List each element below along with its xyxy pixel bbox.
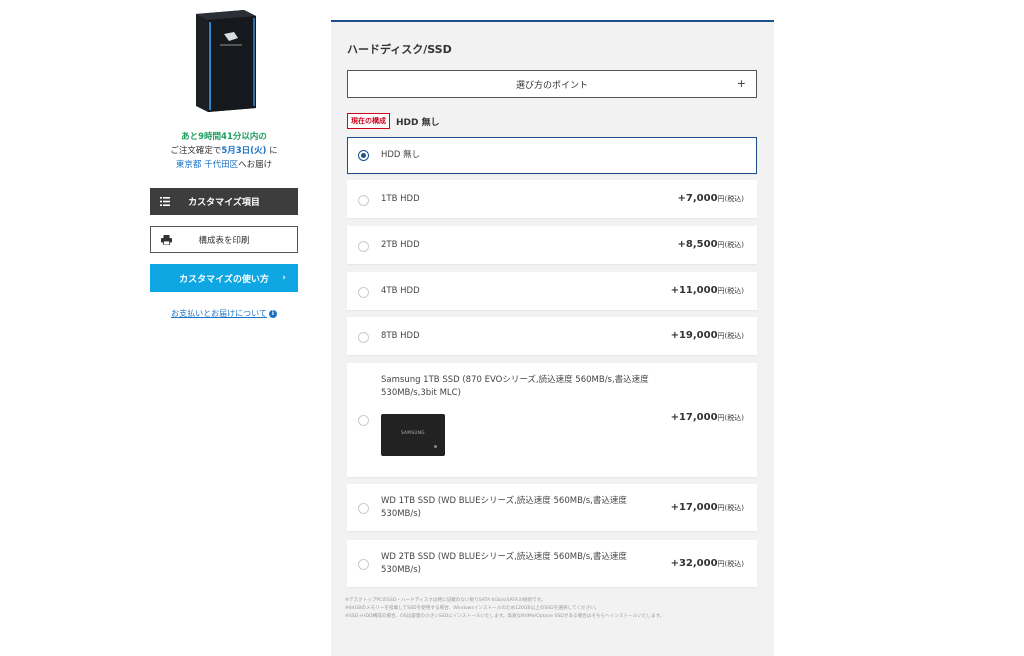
selection-tips-toggle[interactable]: 選び方のポイント + xyxy=(347,70,757,98)
option-label: Samsung 1TB SSD (870 EVOシリーズ,読込速度 560MB/… xyxy=(381,375,649,398)
print-config-label: 構成表を印刷 xyxy=(198,235,250,246)
option-price: +11,000円(税込) xyxy=(670,285,744,296)
option-price: +17,000円(税込) xyxy=(670,502,744,513)
radio-button[interactable] xyxy=(358,559,369,570)
list-icon xyxy=(160,197,170,206)
option-label: 1TB HDD xyxy=(381,194,420,204)
option-label: 4TB HDD xyxy=(381,286,420,296)
customize-items-button[interactable]: カスタマイズ項目 xyxy=(150,188,298,215)
delivery-countdown: あと9時間41分以内の xyxy=(181,132,267,142)
print-config-button[interactable]: 構成表を印刷 xyxy=(150,226,298,253)
option-1tb-hdd[interactable]: 1TB HDD +7,000円(税込) xyxy=(347,180,757,218)
option-price: +17,000円(税込) xyxy=(670,412,744,423)
radio-button[interactable] xyxy=(358,195,369,206)
option-samsung-1tb-ssd[interactable]: Samsung 1TB SSD (870 EVOシリーズ,読込速度 560MB/… xyxy=(347,363,757,477)
radio-button[interactable] xyxy=(358,332,369,343)
option-label: 8TB HDD xyxy=(381,331,420,341)
info-icon: i xyxy=(268,309,277,318)
customize-howto-label: カスタマイズの使い方 xyxy=(179,274,269,285)
storage-notes: ※デスクトップPCのSSD・ハードディスクは特に記載のない限りSATA 6Gb/… xyxy=(345,597,765,621)
delivery-destination: 東京都 千代田区へお届け xyxy=(175,160,273,170)
option-price: +7,000円(税込) xyxy=(677,193,744,204)
option-label: WD 1TB SSD (WD BLUEシリーズ,読込速度 560MB/s,書込速… xyxy=(381,496,627,519)
option-label: WD 2TB SSD (WD BLUEシリーズ,読込速度 560MB/s,書込速… xyxy=(381,552,627,575)
radio-button[interactable] xyxy=(358,287,369,298)
option-hdd-none[interactable]: HDD 無し xyxy=(347,137,757,174)
radio-button[interactable] xyxy=(358,415,369,426)
radio-button[interactable] xyxy=(358,150,369,161)
delivery-prefecture[interactable]: 東京都 xyxy=(176,160,202,170)
option-price: +19,000円(税込) xyxy=(670,330,744,341)
option-wd-1tb-ssd[interactable]: WD 1TB SSD (WD BLUEシリーズ,読込速度 560MB/s,書込速… xyxy=(347,484,757,531)
customize-items-label: カスタマイズ項目 xyxy=(188,198,260,208)
note-line: ※デスクトップPCのSSD・ハードディスクは特に記載のない限りSATA 6Gb/… xyxy=(345,598,546,603)
option-wd-2tb-ssd[interactable]: WD 2TB SSD (WD BLUEシリーズ,読込速度 560MB/s,書込速… xyxy=(347,540,757,587)
delivery-info: あと9時間41分以内の ご注文確定で5月3日(火) に 東京都 千代田区へお届け xyxy=(150,130,298,172)
note-line: ※SSD+HDD構成の場合、OSは容量の小さいSSDにインストールいたします。高… xyxy=(345,614,665,619)
delivery-city[interactable]: 千代田区 xyxy=(204,160,238,170)
option-label: HDD 無し xyxy=(381,150,421,160)
storage-options-panel: ハードディスク/SSD 選び方のポイント + 現在の構成 HDD 無し HDD … xyxy=(331,20,774,656)
selection-tips-label: 選び方のポイント xyxy=(515,80,588,91)
pc-case-image xyxy=(196,10,256,112)
payment-delivery-link[interactable]: お支払いとお届けについて i xyxy=(150,308,298,319)
option-8tb-hdd[interactable]: 8TB HDD +19,000円(税込) xyxy=(347,317,757,355)
delivery-date-line: ご注文確定で5月3日(火) に xyxy=(170,146,278,156)
current-config-badge: 現在の構成 xyxy=(347,113,390,129)
option-label: 2TB HDD xyxy=(381,240,420,250)
section-title: ハードディスク/SSD xyxy=(347,43,452,56)
radio-button[interactable] xyxy=(358,241,369,252)
option-4tb-hdd[interactable]: 4TB HDD +11,000円(税込) xyxy=(347,272,757,310)
option-price: +8,500円(税込) xyxy=(677,239,744,250)
plus-icon: + xyxy=(736,77,746,90)
note-line: ※64GBのメモリーを搭載してSSDを使用する場合、Windowsインストールの… xyxy=(345,606,600,611)
delivery-date: 5月3日(火) xyxy=(221,146,267,156)
current-config: 現在の構成 HDD 無し xyxy=(347,113,440,129)
customize-howto-button[interactable]: カスタマイズの使い方 › xyxy=(150,264,298,292)
option-price: +32,000円(税込) xyxy=(670,558,744,569)
option-2tb-hdd[interactable]: 2TB HDD +8,500円(税込) xyxy=(347,226,757,264)
ssd-product-image: SAMSUNG xyxy=(381,414,445,456)
printer-icon xyxy=(161,235,172,245)
current-config-value: HDD 無し xyxy=(396,117,440,128)
radio-button[interactable] xyxy=(358,503,369,514)
chevron-right-icon: › xyxy=(282,273,286,283)
